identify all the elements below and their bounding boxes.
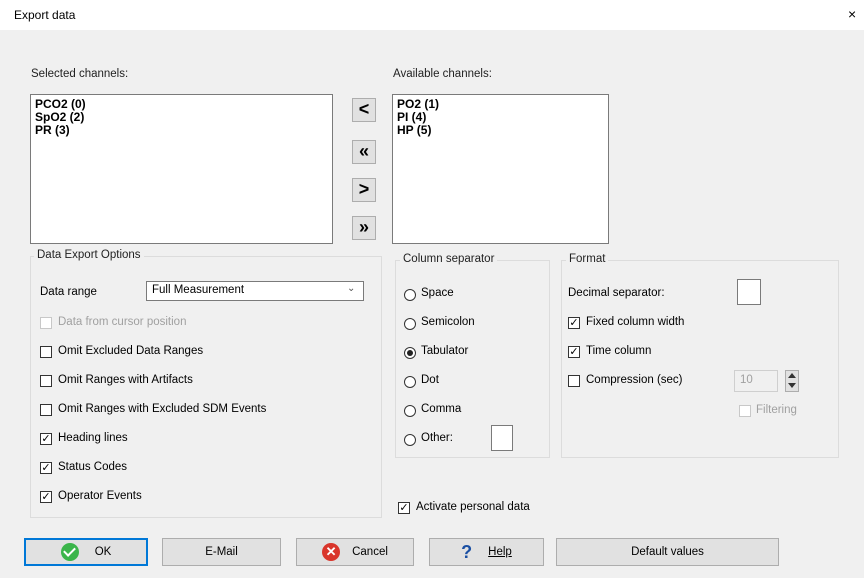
separator-semicolon-radio[interactable] (404, 318, 416, 330)
title-bar (0, 0, 864, 30)
activate-personal-data-label: Activate personal data (416, 501, 530, 513)
omit-sdm-label: Omit Ranges with Excluded SDM Events (58, 403, 267, 415)
chevron-down-icon: ⌄ (347, 283, 356, 294)
move-right-button[interactable]: > (352, 178, 376, 202)
compression-spin-buttons[interactable] (785, 370, 799, 392)
separator-tabulator-label: Tabulator (421, 345, 469, 357)
default-values-label: Default values (631, 546, 704, 558)
filtering-checkbox[interactable] (739, 405, 751, 417)
compression-stepper[interactable]: 10 (734, 370, 778, 392)
separator-space-radio[interactable] (404, 289, 416, 301)
omit-artifacts-label: Omit Ranges with Artifacts (58, 374, 193, 386)
cancel-label: Cancel (352, 546, 388, 558)
list-item[interactable]: HP (5) (393, 124, 608, 137)
filtering-label: Filtering (756, 404, 797, 416)
email-label: E-Mail (205, 546, 238, 558)
column-separator-title: Column separator (400, 253, 498, 265)
format-title: Format (566, 253, 609, 265)
separator-other-input[interactable] (491, 425, 513, 451)
list-item[interactable]: SpO2 (2) (31, 111, 332, 124)
separator-dot-radio[interactable] (404, 376, 416, 388)
decimal-separator-label: Decimal separator: (568, 287, 665, 299)
data-from-cursor-checkbox[interactable] (40, 317, 52, 329)
spin-up-icon[interactable] (788, 373, 796, 378)
window-title: Export data (14, 8, 76, 22)
available-channels-list[interactable]: PO2 (1) PI (4) HP (5) (392, 94, 609, 244)
decimal-separator-input[interactable] (737, 279, 761, 305)
compression-checkbox[interactable] (568, 375, 580, 387)
fixed-column-width-label: Fixed column width (586, 316, 685, 328)
separator-semicolon-label: Semicolon (421, 316, 475, 328)
heading-lines-checkbox[interactable]: ✓ (40, 433, 52, 445)
omit-excluded-label: Omit Excluded Data Ranges (58, 345, 204, 357)
help-label: Help (488, 546, 512, 558)
available-channels-label: Available channels: (393, 68, 492, 80)
email-button[interactable]: E-Mail (162, 538, 281, 566)
column-separator-group (395, 260, 550, 458)
separator-space-label: Space (421, 287, 454, 299)
data-range-value: Full Measurement (152, 284, 245, 296)
omit-excluded-checkbox[interactable] (40, 346, 52, 358)
ok-check-icon (60, 543, 79, 561)
compression-value: 10 (740, 374, 753, 386)
omit-sdm-checkbox[interactable] (40, 404, 52, 416)
data-export-options-title: Data Export Options (34, 249, 144, 261)
help-button[interactable]: ? Help (429, 538, 544, 566)
ok-label: OK (94, 546, 112, 558)
data-range-select[interactable]: Full Measurement ⌄ (146, 281, 364, 301)
close-icon[interactable]: × (848, 6, 856, 22)
activate-personal-data-checkbox[interactable]: ✓ (398, 502, 410, 514)
cancel-x-icon: ✕ (322, 543, 341, 561)
separator-dot-label: Dot (421, 374, 439, 386)
data-from-cursor-label: Data from cursor position (58, 316, 187, 328)
separator-other-radio[interactable] (404, 434, 416, 446)
separator-comma-label: Comma (421, 403, 462, 415)
operator-events-label: Operator Events (58, 490, 142, 502)
operator-events-checkbox[interactable]: ✓ (40, 491, 52, 503)
selected-channels-label: Selected channels: (31, 68, 129, 80)
heading-lines-label: Heading lines (58, 432, 128, 444)
selected-channels-list[interactable]: PCO2 (0) SpO2 (2) PR (3) (30, 94, 333, 244)
move-all-left-button[interactable]: « (352, 140, 376, 164)
move-all-right-button[interactable]: » (352, 216, 376, 240)
ok-button[interactable]: OK (24, 538, 148, 566)
status-codes-label: Status Codes (58, 461, 128, 473)
time-column-label: Time column (586, 345, 652, 357)
help-question-icon: ? (461, 541, 473, 562)
status-codes-checkbox[interactable]: ✓ (40, 462, 52, 474)
move-left-button[interactable]: < (352, 98, 376, 122)
separator-other-label: Other: (421, 432, 453, 444)
data-range-label: Data range (40, 286, 97, 298)
compression-label: Compression (sec) (586, 374, 683, 386)
default-values-button[interactable]: Default values (556, 538, 779, 566)
spin-down-icon[interactable] (788, 383, 796, 388)
omit-artifacts-checkbox[interactable] (40, 375, 52, 387)
cancel-button[interactable]: ✕ Cancel (296, 538, 414, 566)
fixed-column-width-checkbox[interactable]: ✓ (568, 317, 580, 329)
separator-tabulator-radio[interactable] (404, 347, 416, 359)
separator-comma-radio[interactable] (404, 405, 416, 417)
time-column-checkbox[interactable]: ✓ (568, 346, 580, 358)
list-item[interactable]: PR (3) (31, 124, 332, 137)
